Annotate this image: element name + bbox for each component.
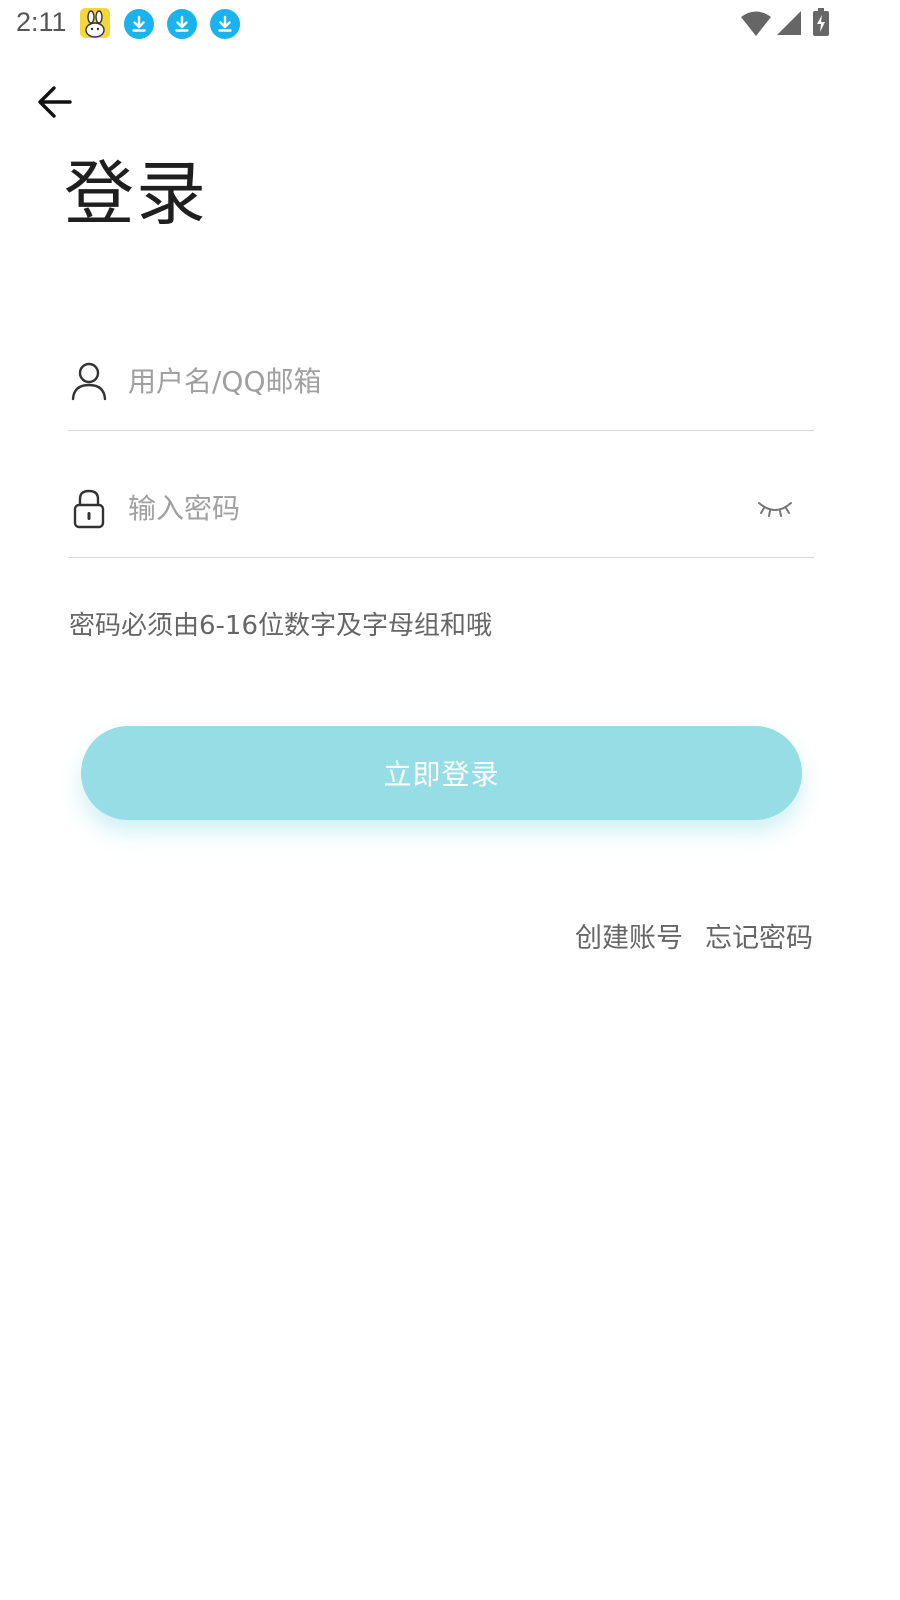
password-field-row <box>68 467 814 558</box>
username-input[interactable] <box>128 358 728 404</box>
download-icon <box>124 9 154 39</box>
eye-closed-icon[interactable] <box>756 495 794 523</box>
page-title: 登录 <box>64 153 208 235</box>
password-hint: 密码必须由6-16位数字及字母组和哦 <box>69 611 493 641</box>
username-field-row <box>68 340 814 431</box>
login-button[interactable]: 立即登录 <box>81 726 802 820</box>
arrow-left-icon <box>38 86 72 118</box>
lock-icon <box>73 489 105 529</box>
forgot-password-link[interactable]: 忘记密码 <box>705 916 813 955</box>
notification-app-icon <box>80 8 110 38</box>
battery-charging-icon <box>813 8 829 36</box>
password-input[interactable] <box>128 485 728 531</box>
create-account-link[interactable]: 创建账号 <box>575 916 683 955</box>
wifi-icon <box>741 11 771 36</box>
person-icon <box>71 362 107 401</box>
back-button[interactable] <box>30 80 82 124</box>
signal-icon <box>777 11 801 35</box>
status-bar: 2:11 <box>0 0 900 48</box>
status-time: 2:11 <box>16 7 67 37</box>
download-icon <box>167 9 197 39</box>
download-icon <box>210 9 240 39</box>
